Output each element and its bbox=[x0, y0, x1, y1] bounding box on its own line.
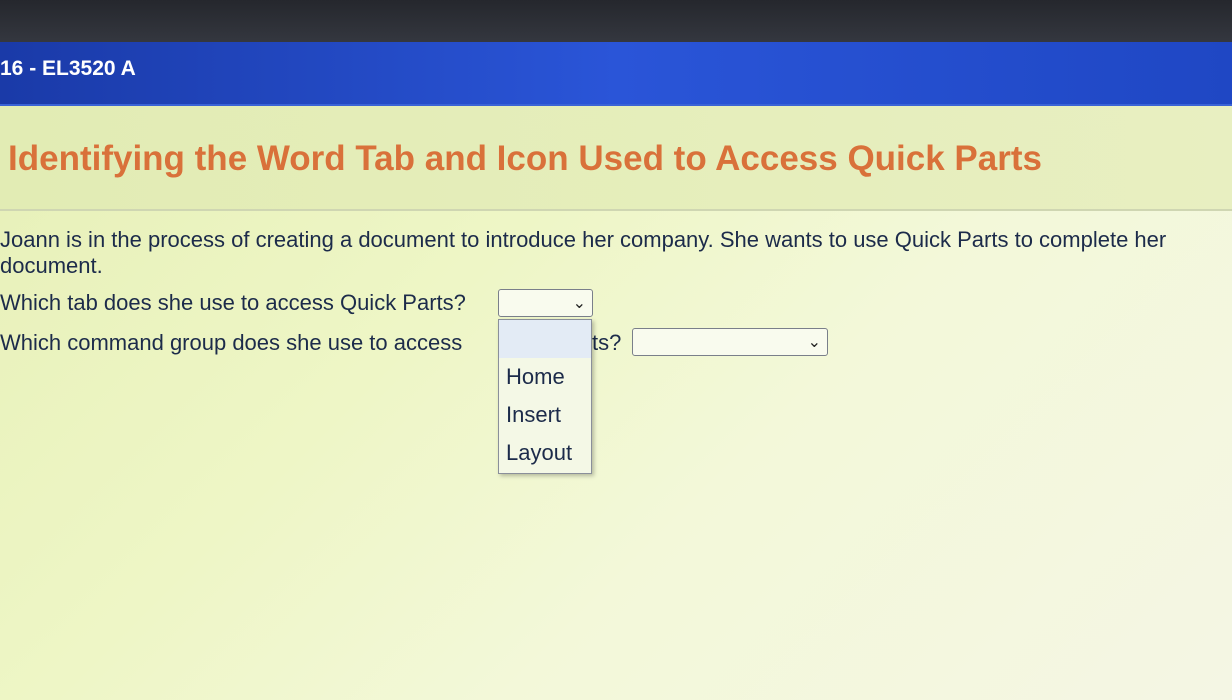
title-band: Identifying the Word Tab and Icon Used t… bbox=[0, 106, 1232, 211]
question-1-select[interactable]: ⌄ bbox=[498, 289, 593, 317]
course-code: 16 - EL3520 A bbox=[0, 57, 136, 80]
question-intro-paragraph: Joann is in the process of creating a do… bbox=[0, 227, 1167, 278]
dropdown-option-home[interactable]: Home bbox=[499, 358, 591, 396]
chevron-down-icon: ⌄ bbox=[572, 295, 586, 312]
question-2-text: Which command group does she use to acce… bbox=[0, 330, 463, 355]
monitor-bezel bbox=[0, 0, 1232, 42]
main-content: Identifying the Word Tab and Icon Used t… bbox=[0, 106, 1232, 700]
dropdown-option-insert[interactable]: Insert bbox=[499, 396, 591, 434]
dropdown-option-blank[interactable] bbox=[499, 320, 591, 358]
question-2-select[interactable]: ⌄ bbox=[632, 328, 828, 356]
question-2-text-end: ts? bbox=[592, 330, 622, 355]
question-1-dropdown-list: Home Insert Layout bbox=[498, 319, 592, 474]
header-bar: 16 - EL3520 A bbox=[0, 42, 1232, 106]
question-1-text: Which tab does she use to access Quick P… bbox=[0, 290, 466, 315]
page-title: Identifying the Word Tab and Icon Used t… bbox=[8, 139, 1042, 178]
dropdown-option-layout[interactable]: Layout bbox=[499, 434, 591, 472]
chevron-down-icon: ⌄ bbox=[807, 334, 821, 351]
